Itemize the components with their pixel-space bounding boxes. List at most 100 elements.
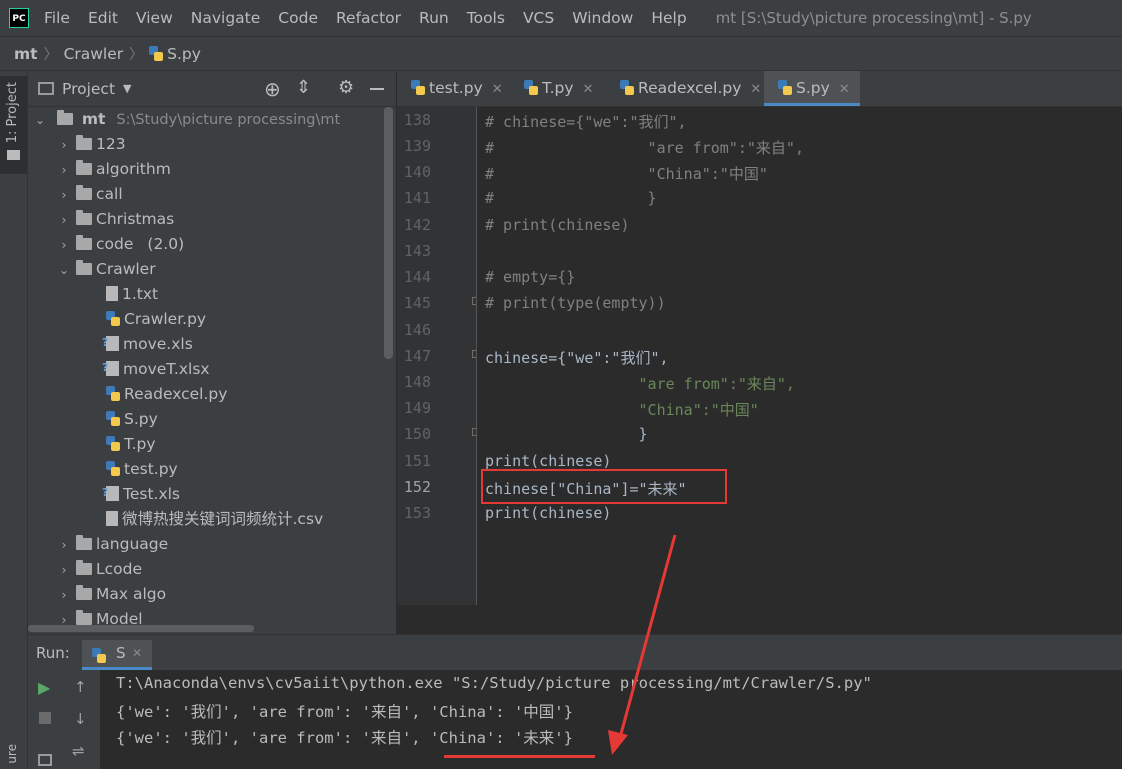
line-number: 139 bbox=[403, 137, 431, 155]
tree-item[interactable]: › Max algo bbox=[58, 582, 166, 607]
structure-tool-label[interactable]: ure bbox=[5, 744, 19, 764]
tree-item-label: Readexcel.py bbox=[124, 385, 228, 403]
tab-readexcel-py[interactable]: Readexcel.py ✕ bbox=[606, 71, 764, 106]
close-icon[interactable]: ✕ bbox=[839, 82, 850, 97]
chevron-right-icon: › bbox=[61, 163, 67, 177]
code-line: # "are from":"来自", bbox=[485, 139, 804, 157]
menu-help[interactable]: Help bbox=[642, 9, 695, 27]
annotation-arrow bbox=[608, 534, 677, 755]
unknown-file-icon bbox=[102, 480, 119, 505]
breadcrumb-folder[interactable]: Crawler bbox=[64, 45, 124, 63]
menu-navigate[interactable]: Navigate bbox=[182, 9, 270, 27]
gear-icon[interactable]: ⚙ bbox=[338, 77, 354, 98]
chevron-right-icon: › bbox=[61, 563, 67, 577]
code-line: print(chinese) bbox=[485, 452, 612, 470]
dropdown-arrow-icon[interactable]: ▼ bbox=[123, 82, 131, 95]
minimize-icon[interactable] bbox=[370, 88, 384, 90]
tree-item[interactable]: Test.xls bbox=[102, 480, 180, 507]
tab-t-py[interactable]: T.py ✕ bbox=[510, 71, 606, 106]
folder-icon bbox=[76, 160, 92, 175]
tree-item-label: code bbox=[96, 235, 134, 253]
tree-item[interactable]: test.py bbox=[106, 457, 178, 482]
editor-tab-bar: test.py ✕ T.py ✕ Readexcel.py ✕ S.py ✕ bbox=[397, 71, 1122, 107]
tree-item[interactable]: 1.txt bbox=[106, 282, 158, 307]
code-editor[interactable]: # chinese={"we":"我们", # "are from":"来自",… bbox=[477, 107, 1122, 605]
tab-label: test.py bbox=[429, 79, 483, 97]
menu-tools[interactable]: Tools bbox=[458, 9, 514, 27]
menu-window[interactable]: Window bbox=[563, 9, 642, 27]
close-icon[interactable]: ✕ bbox=[492, 82, 503, 97]
tree-item[interactable]: › algorithm bbox=[58, 157, 171, 182]
arrow-up-icon[interactable]: ↑ bbox=[74, 678, 87, 696]
rerun-play-icon[interactable]: ▶ bbox=[38, 678, 50, 697]
project-tree: ⌄ mt S:\Study\picture processing\mt › 123… bbox=[28, 107, 396, 634]
line-number: 144 bbox=[403, 268, 431, 286]
tree-item[interactable]: Crawler.py bbox=[106, 307, 206, 332]
tree-item-label: moveT.xlsx bbox=[123, 360, 210, 378]
folder-icon bbox=[76, 185, 92, 200]
breadcrumb-file[interactable]: S.py bbox=[167, 45, 201, 63]
folder-icon bbox=[76, 235, 92, 250]
tree-item[interactable]: › code (2.0) bbox=[58, 232, 184, 257]
line-number: 149 bbox=[403, 399, 431, 417]
tree-item[interactable]: 微博热搜关键词词频统计.csv bbox=[106, 507, 323, 532]
tab-s-py[interactable]: S.py ✕ bbox=[764, 71, 860, 106]
tree-item[interactable]: › language bbox=[58, 532, 168, 557]
menu-code[interactable]: Code bbox=[269, 9, 327, 27]
menu-view[interactable]: View bbox=[127, 9, 182, 27]
console-line: {'we': '我们', 'are from': '来自', 'China': … bbox=[116, 729, 573, 747]
chevron-right-icon: 〉 bbox=[43, 46, 58, 63]
line-number-current: 152 bbox=[403, 478, 431, 496]
annotation-underline bbox=[444, 755, 595, 758]
tree-item-label: 1.txt bbox=[122, 285, 159, 303]
folder-icon bbox=[76, 560, 92, 575]
arrow-down-icon[interactable]: ↓ bbox=[74, 710, 87, 728]
close-icon[interactable]: ✕ bbox=[132, 646, 142, 660]
locate-icon[interactable]: ⊕ bbox=[264, 77, 281, 101]
tab-label: Readexcel.py bbox=[638, 79, 742, 97]
tab-test-py[interactable]: test.py ✕ bbox=[397, 71, 510, 106]
tree-item[interactable]: moveT.xlsx bbox=[102, 355, 210, 382]
collapse-all-icon[interactable]: ⇕ bbox=[296, 77, 311, 98]
project-tool-window-button[interactable]: 1: Project bbox=[0, 76, 27, 174]
tree-item[interactable]: › 123 bbox=[58, 132, 126, 157]
soft-wrap-icon[interactable]: ⇌ bbox=[72, 742, 85, 760]
breadcrumb-project[interactable]: mt bbox=[14, 45, 38, 63]
tree-item-suffix: (2.0) bbox=[147, 235, 185, 253]
project-panel-title[interactable]: Project bbox=[62, 80, 115, 98]
close-icon[interactable]: ✕ bbox=[583, 82, 594, 97]
tree-item[interactable]: › Lcode bbox=[58, 557, 142, 582]
menu-file[interactable]: File bbox=[35, 9, 79, 27]
menu-vcs[interactable]: VCS bbox=[514, 9, 563, 27]
menu-refactor[interactable]: Refactor bbox=[327, 9, 410, 27]
menu-edit[interactable]: Edit bbox=[79, 9, 127, 27]
tree-item[interactable]: move.xls bbox=[102, 330, 193, 357]
code-line: # chinese={"we":"我们", bbox=[485, 113, 687, 131]
close-icon[interactable]: ✕ bbox=[750, 82, 761, 97]
tree-item[interactable]: › call bbox=[58, 182, 123, 207]
horizontal-scrollbar[interactable] bbox=[28, 625, 254, 632]
tree-item[interactable]: S.py bbox=[106, 407, 158, 432]
line-number: 151 bbox=[403, 452, 431, 470]
tree-item[interactable]: › Christmas bbox=[58, 207, 174, 232]
code-line: # "China":"中国" bbox=[485, 165, 768, 183]
tree-item-label: algorithm bbox=[96, 160, 171, 178]
python-file-icon bbox=[106, 461, 120, 476]
tree-root[interactable]: ⌄ mt S:\Study\picture processing\mt bbox=[34, 107, 340, 132]
project-view-icon bbox=[38, 82, 54, 95]
tree-item[interactable]: Readexcel.py bbox=[106, 382, 227, 407]
stop-icon[interactable] bbox=[39, 712, 51, 724]
menu-run[interactable]: Run bbox=[410, 9, 458, 27]
python-file-icon bbox=[149, 46, 164, 61]
tree-item[interactable]: ⌄ Crawler bbox=[58, 257, 156, 282]
line-number: 146 bbox=[403, 321, 431, 339]
tree-item[interactable]: T.py bbox=[106, 432, 156, 457]
run-tab-s[interactable]: S ✕ bbox=[82, 640, 152, 670]
code-line: # print(chinese) bbox=[485, 216, 630, 234]
vertical-scrollbar[interactable] bbox=[384, 107, 393, 359]
tree-item-label: Crawler bbox=[96, 260, 156, 278]
layout-icon[interactable] bbox=[38, 754, 52, 766]
python-file-icon bbox=[411, 80, 425, 95]
line-number: 145 bbox=[403, 294, 431, 312]
chevron-right-icon: › bbox=[61, 538, 67, 552]
